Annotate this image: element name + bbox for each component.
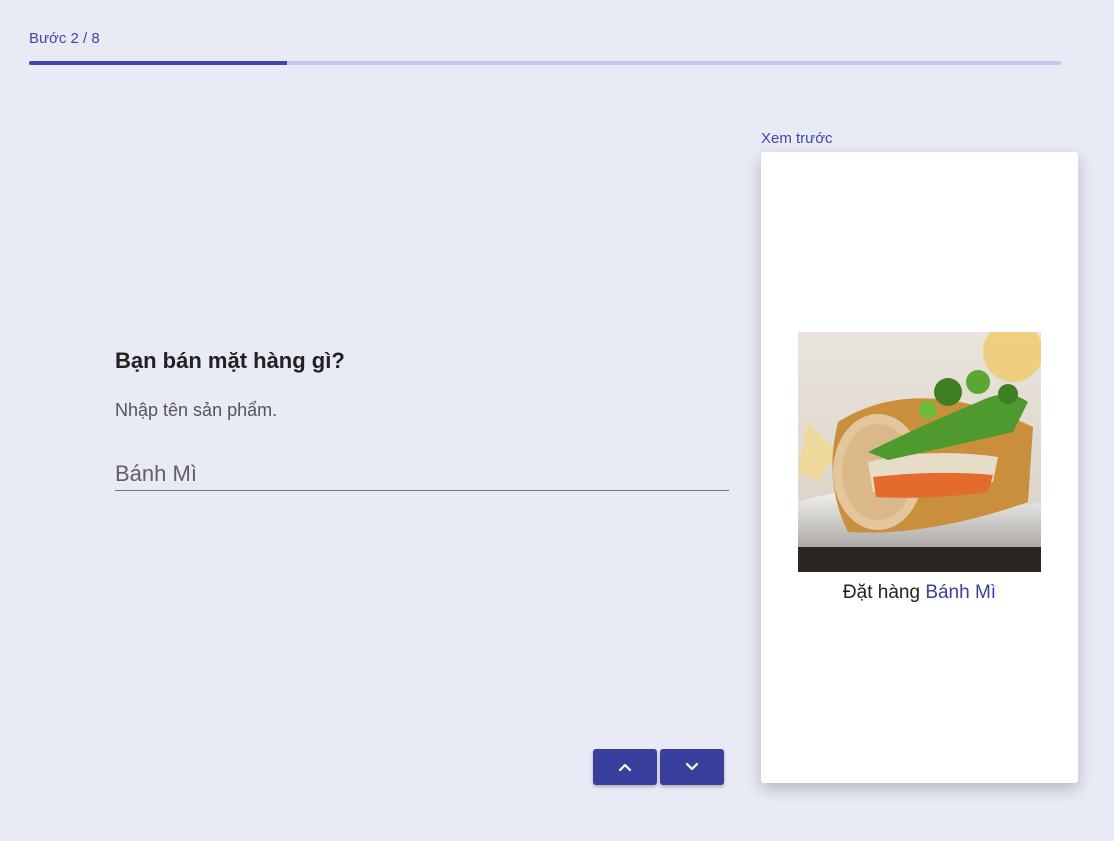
product-name-input[interactable] [115, 458, 729, 491]
preview-card: Đặt hàng Bánh Mì [761, 152, 1078, 783]
chevron-down-icon [685, 762, 699, 771]
preview-label: Xem trước [761, 130, 833, 147]
previous-step-button[interactable] [593, 749, 657, 785]
progress-bar [29, 61, 1061, 65]
preview-caption: Đặt hàng Bánh Mì [761, 582, 1078, 604]
caption-product-name: Bánh Mì [925, 582, 997, 603]
step-indicator: Bước 2 / 8 [29, 30, 100, 47]
form-page: Bước 2 / 8 Bạn bán mặt hàng gì? Nhập tên… [0, 0, 1114, 841]
product-image [798, 332, 1041, 572]
question-hint: Nhập tên sản phẩm. [115, 400, 278, 420]
question-title: Bạn bán mặt hàng gì? [115, 348, 345, 373]
next-step-button[interactable] [660, 749, 724, 785]
chevron-up-icon [618, 763, 632, 772]
caption-prefix: Đặt hàng [842, 582, 921, 603]
progress-bar-fill [29, 61, 287, 65]
